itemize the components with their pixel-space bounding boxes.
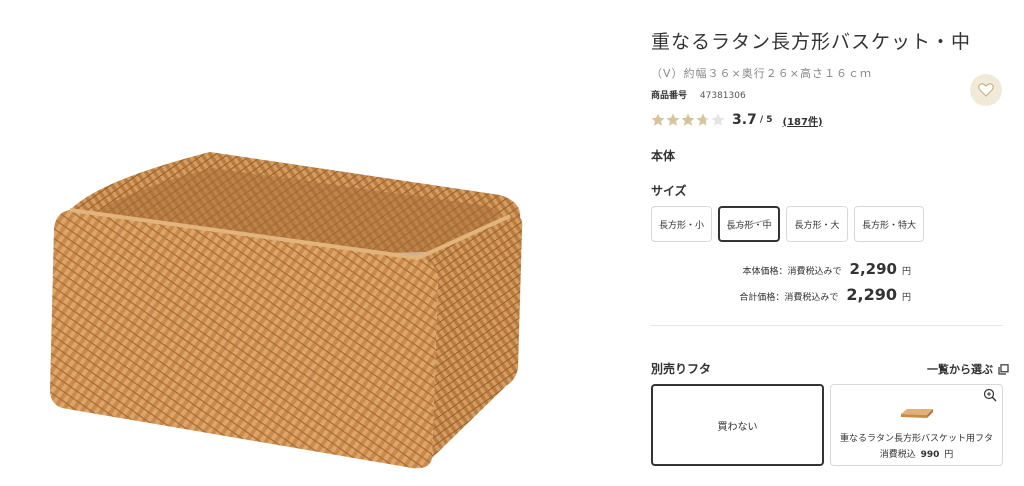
- product-info-panel: 重なるラタン長方形バスケット・中 （V）約幅３６×奥行２６×高さ１６ｃｍ 商品番…: [651, 0, 1011, 486]
- heart-icon: [978, 83, 994, 97]
- select-from-list-link[interactable]: 一覧から選ぶ: [927, 361, 1009, 377]
- size-option-small[interactable]: 長方形・小: [651, 206, 712, 242]
- base-price-value: 2,290: [849, 260, 897, 278]
- product-title: 重なるラタン長方形バスケット・中: [651, 31, 972, 53]
- size-section-label: サイズ: [651, 184, 687, 198]
- total-price-yen: 円: [901, 293, 911, 303]
- rating-stars: [651, 113, 726, 127]
- star-icon: [696, 113, 710, 126]
- size-options: 長方形・小 長方形・中 長方形・大 長方形・特大: [651, 206, 924, 242]
- lid-options: 買わない 重なるラタン長方形バスケット用フタ 消費税込 990 円: [651, 384, 1003, 466]
- lid-item-name: 重なるラタン長方形バスケット用フタ: [839, 434, 993, 444]
- lid-option-item[interactable]: 重なるラタン長方形バスケット用フタ 消費税込 990 円: [830, 384, 1003, 466]
- product-image-area: [0, 0, 600, 486]
- lid-price-prefix: 消費税込: [879, 450, 916, 460]
- base-price-label: 本体価格：消費税込みで: [742, 267, 842, 277]
- zoom-in-icon[interactable]: [983, 388, 997, 402]
- size-option-label: 長方形・小: [658, 220, 704, 231]
- product-spec: （V）約幅３６×奥行２６×高さ１６ｃｍ: [651, 67, 872, 80]
- total-price-row: 合計価格：消費税込みで 2,290 円: [739, 285, 911, 304]
- star-icon: [651, 113, 665, 126]
- lid-price-value: 990: [920, 450, 940, 460]
- lid-thumbnail: [901, 409, 933, 418]
- lid-price-yen: 円: [944, 450, 954, 460]
- favorite-button[interactable]: [970, 74, 1002, 106]
- product-code-value: 47381306: [699, 91, 746, 101]
- size-option-label: 長方形・特大: [861, 220, 916, 231]
- size-option-label: 長方形・大: [794, 220, 840, 231]
- star-icon: [681, 113, 695, 126]
- lid-section-label: 別売りフタ: [651, 362, 712, 376]
- lid-option-none[interactable]: 買わない: [651, 384, 824, 466]
- product-code-label: 商品番号: [651, 91, 688, 101]
- product-code-row: 商品番号 47381306: [651, 88, 746, 101]
- total-price-label: 合計価格：消費税込みで: [739, 293, 839, 303]
- size-option-extra-large[interactable]: 長方形・特大: [854, 206, 924, 242]
- rating-row: 3.7 / 5 (187件): [651, 110, 823, 130]
- total-price-value: 2,290: [846, 285, 897, 304]
- rating-value: 3.7: [732, 112, 757, 128]
- base-price-yen: 円: [901, 267, 911, 277]
- select-from-list-label: 一覧から選ぶ: [927, 363, 993, 376]
- lid-none-label: 買わない: [717, 421, 758, 433]
- base-price-row: 本体価格：消費税込みで 2,290 円: [743, 260, 911, 278]
- body-section-label: 本体: [651, 149, 676, 163]
- divider: [651, 325, 1003, 326]
- star-icon: [666, 113, 680, 126]
- lid-item-price: 消費税込 990 円: [831, 447, 1002, 460]
- star-icon: [711, 113, 725, 126]
- copy-icon: [998, 363, 1009, 375]
- product-image: [50, 152, 523, 469]
- size-option-medium[interactable]: 長方形・中: [718, 206, 780, 242]
- review-count-link[interactable]: (187件): [783, 113, 823, 128]
- rating-max: / 5: [759, 115, 773, 125]
- size-option-large[interactable]: 長方形・大: [786, 206, 848, 242]
